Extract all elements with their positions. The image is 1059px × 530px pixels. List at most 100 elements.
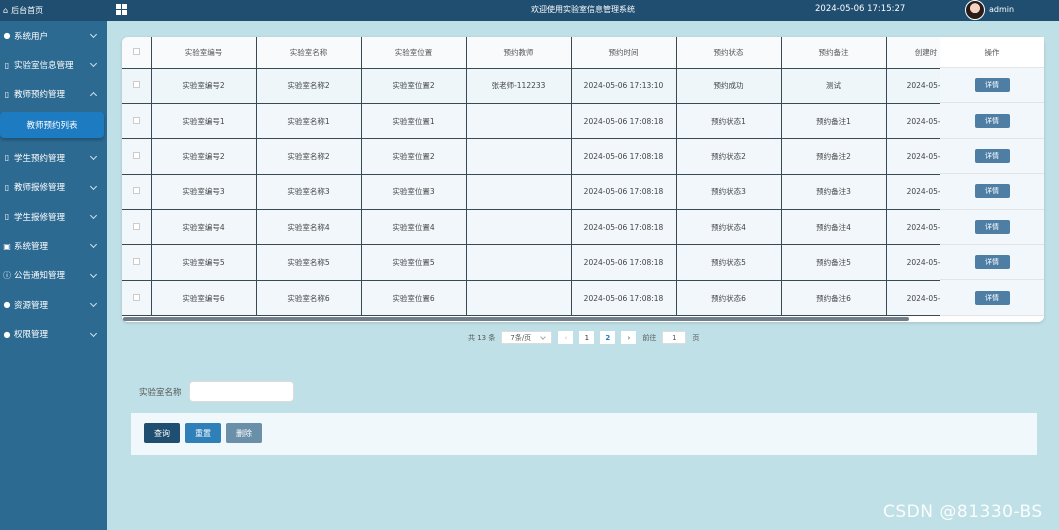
detail-button[interactable]: 详情 bbox=[974, 148, 1010, 163]
row-checkbox[interactable] bbox=[122, 68, 152, 104]
table-row[interactable]: 实验室编号6 实验室名称6 实验室位置6 2024-05-06 17:08:18 预约状… bbox=[122, 280, 967, 317]
table-cell: 实验室编号6 bbox=[151, 280, 257, 317]
col-header[interactable]: 实验室位置 bbox=[361, 37, 467, 69]
table-cell: 实验室名称3 bbox=[256, 174, 362, 211]
col-header[interactable]: 预约状态 bbox=[676, 37, 782, 69]
table-row[interactable]: 实验室编号2 实验室名称2 实验室位置2 张老师-112233 2024-05-06 1… bbox=[122, 68, 967, 104]
detail-button[interactable]: 详情 bbox=[974, 290, 1010, 305]
col-header[interactable]: 实验室编号 bbox=[151, 37, 257, 69]
row-checkbox[interactable] bbox=[122, 280, 152, 317]
table-cell: 实验室名称2 bbox=[256, 68, 362, 104]
col-header[interactable]: 预约时间 bbox=[571, 37, 677, 69]
sidebar-item-system-management[interactable]: ▣ 系统管理 bbox=[0, 231, 107, 260]
table-row[interactable]: 实验室编号5 实验室名称5 实验室位置5 2024-05-06 17:08:18 预约状… bbox=[122, 244, 967, 281]
chevron-down-icon bbox=[89, 153, 98, 161]
user-icon: ● bbox=[3, 329, 11, 339]
table-cell: 预约备注1 bbox=[781, 103, 887, 140]
reset-button[interactable]: 重置 bbox=[185, 423, 221, 443]
home-link[interactable]: ⌂ 后台首页 bbox=[0, 0, 107, 21]
table-cell: 实验室名称6 bbox=[256, 280, 362, 317]
sidebar-item-student-reservation[interactable]: ▯ 学生预约管理 bbox=[0, 143, 107, 172]
table-cell: 实验室位置2 bbox=[361, 138, 467, 175]
pagination: 共 13 条 7条/页 ‹ 1 2 › 前往 1 页 bbox=[468, 331, 699, 344]
username[interactable]: admin bbox=[989, 5, 1014, 14]
chevron-down-icon bbox=[89, 300, 98, 308]
table-cell: 实验室编号2 bbox=[151, 138, 257, 175]
op-cell: 详情 bbox=[940, 68, 1044, 104]
table-cell bbox=[466, 103, 572, 140]
sidebar-item-resources[interactable]: ● 资源管理 bbox=[0, 290, 107, 319]
detail-button[interactable]: 详情 bbox=[974, 113, 1010, 128]
sidebar-item-student-repair[interactable]: ▯ 学生报修管理 bbox=[0, 202, 107, 231]
page-1-button[interactable]: 1 bbox=[579, 331, 595, 344]
table-cell: 实验室名称5 bbox=[256, 244, 362, 281]
menu-toggle-icon[interactable] bbox=[116, 4, 127, 15]
detail-button[interactable]: 详情 bbox=[974, 78, 1010, 93]
table-cell: 预约备注3 bbox=[781, 174, 887, 211]
select-all-checkbox[interactable] bbox=[122, 37, 152, 69]
row-checkbox[interactable] bbox=[122, 174, 152, 211]
welcome-text: 欢迎使用实验室信息管理系统 bbox=[531, 5, 635, 14]
sidebar-item-system-users[interactable]: ● 系统用户 bbox=[0, 21, 107, 50]
query-button[interactable]: 查询 bbox=[144, 423, 180, 443]
sidebar-item-announcements[interactable]: ⓘ 公告通知管理 bbox=[0, 261, 107, 290]
row-checkbox[interactable] bbox=[122, 138, 152, 175]
table-cell: 实验室编号2 bbox=[151, 68, 257, 104]
avatar[interactable] bbox=[965, 0, 985, 20]
sidebar-item-teacher-reservation[interactable]: ▯ 教师预约管理 bbox=[0, 80, 107, 109]
col-header[interactable]: 预约备注 bbox=[781, 37, 887, 69]
table-cell: 2024-05-06 17:13:10 bbox=[571, 68, 677, 104]
sidebar-subitem-teacher-reservation-list[interactable]: 教师预约列表 bbox=[0, 112, 104, 139]
page-size-select[interactable]: 7条/页 bbox=[501, 331, 553, 344]
table-cell bbox=[466, 138, 572, 175]
sidebar-item-teacher-repair[interactable]: ▯ 教师报修管理 bbox=[0, 173, 107, 202]
table-cell: 预约备注6 bbox=[781, 280, 887, 317]
row-checkbox[interactable] bbox=[122, 209, 152, 246]
top-bar: ⌂ 后台首页 欢迎使用实验室信息管理系统 2024-05-06 17:15:27… bbox=[0, 0, 1059, 21]
row-checkbox[interactable] bbox=[122, 103, 152, 140]
detail-button[interactable]: 详情 bbox=[974, 255, 1010, 270]
table-cell: 实验室编号4 bbox=[151, 209, 257, 246]
col-header[interactable]: 预约教师 bbox=[466, 37, 572, 69]
table-row[interactable]: 实验室编号2 实验室名称2 实验室位置2 2024-05-06 17:08:18 预约状… bbox=[122, 138, 967, 175]
chevron-down-icon bbox=[89, 329, 98, 337]
prev-page-button[interactable]: ‹ bbox=[558, 331, 574, 344]
table-cell: 预约状态4 bbox=[676, 209, 782, 246]
row-checkbox[interactable] bbox=[122, 244, 152, 281]
table-cell: 实验室编号5 bbox=[151, 244, 257, 281]
home-label: 后台首页 bbox=[11, 6, 44, 15]
col-header[interactable]: 实验室名称 bbox=[256, 37, 362, 69]
chevron-down-icon bbox=[89, 30, 98, 39]
chevron-down-icon bbox=[89, 211, 98, 219]
sidebar-item-lab-info[interactable]: ▯ 实验室信息管理 bbox=[0, 50, 107, 79]
page-2-button[interactable]: 2 bbox=[600, 331, 616, 344]
table-row[interactable]: 实验室编号4 实验室名称4 实验室位置4 2024-05-06 17:08:18 预约状… bbox=[122, 209, 967, 246]
table-cell: 实验室位置5 bbox=[361, 244, 467, 281]
table-cell: 2024-05-06 17:08:18 bbox=[571, 174, 677, 211]
table-row[interactable]: 实验室编号1 实验室名称1 实验室位置1 2024-05-06 17:08:18 预约状… bbox=[122, 103, 967, 140]
table-row[interactable]: 实验室编号3 实验室名称3 实验室位置3 2024-05-06 17:08:18 预约状… bbox=[122, 174, 967, 211]
goto-prefix: 前往 bbox=[642, 333, 657, 342]
table-cell: 预约状态3 bbox=[676, 174, 782, 211]
goto-suffix: 页 bbox=[692, 333, 700, 342]
table-cell: 实验室编号3 bbox=[151, 174, 257, 211]
op-cell: 详情 bbox=[940, 138, 1044, 175]
goto-page-input[interactable]: 1 bbox=[662, 331, 687, 344]
chevron-down-icon bbox=[89, 241, 98, 249]
horizontal-scrollbar[interactable] bbox=[123, 317, 909, 321]
total-count: 共 13 条 bbox=[468, 333, 496, 342]
table-cell: 张老师-112233 bbox=[466, 68, 572, 104]
table-cell: 预约状态5 bbox=[676, 244, 782, 281]
table-cell: 2024-05-06 17:08:18 bbox=[571, 209, 677, 246]
detail-button[interactable]: 详情 bbox=[974, 184, 1010, 199]
delete-button[interactable]: 删除 bbox=[226, 423, 262, 443]
sidebar-item-permissions[interactable]: ● 权限管理 bbox=[0, 320, 107, 349]
table-cell: 预约备注2 bbox=[781, 138, 887, 175]
next-page-button[interactable]: › bbox=[621, 331, 637, 344]
chevron-down-icon bbox=[89, 60, 98, 68]
detail-button[interactable]: 详情 bbox=[974, 219, 1010, 234]
lab-name-search-input[interactable] bbox=[189, 381, 294, 402]
doc-icon: ▯ bbox=[4, 60, 10, 70]
pin-icon: ● bbox=[3, 300, 11, 310]
datetime: 2024-05-06 17:15:27 bbox=[815, 4, 906, 14]
